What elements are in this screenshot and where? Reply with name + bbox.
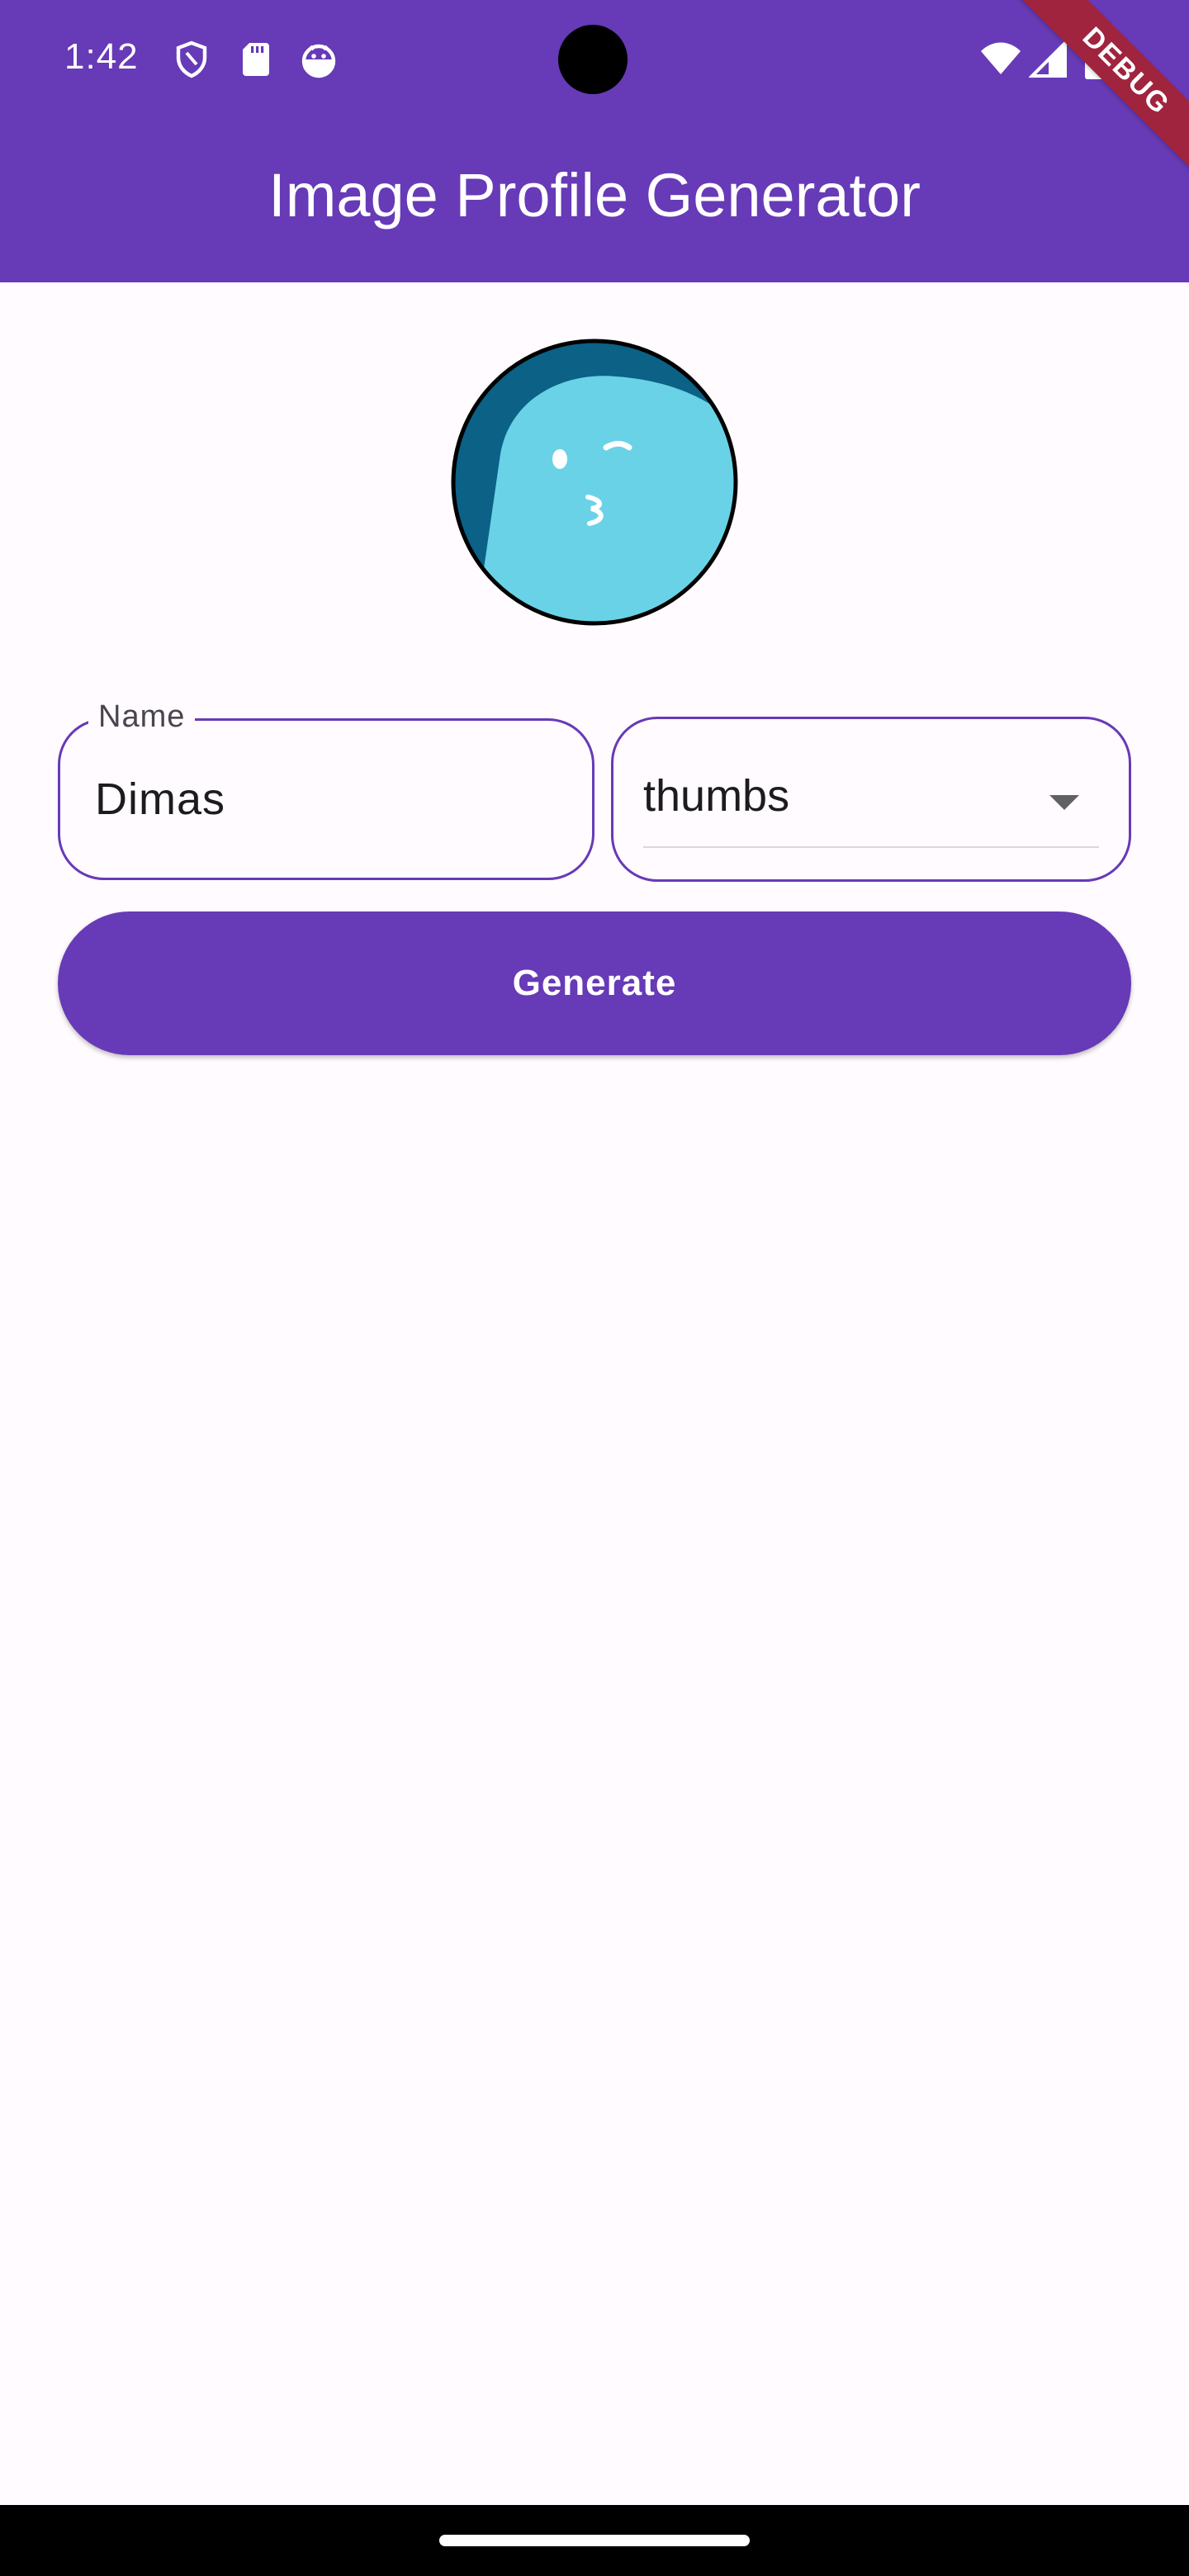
page-title: Image Profile Generator (268, 161, 921, 230)
style-dropdown[interactable]: thumbs (611, 717, 1131, 882)
thumbs-avatar-icon (451, 339, 738, 626)
cellular-signal-icon (1028, 39, 1068, 79)
dropdown-underline (643, 846, 1099, 848)
sd-card-icon (236, 40, 276, 79)
name-input-value[interactable]: Dimas (95, 774, 225, 825)
status-time: 1:42 (64, 36, 139, 77)
android-icon (299, 40, 339, 79)
app-bar: Image Profile Generator (0, 119, 1189, 282)
chevron-down-icon[interactable] (1049, 795, 1079, 810)
avatar (451, 339, 738, 626)
status-bar: 1:42 (0, 0, 1189, 119)
screen: 1:42 Image Profile Generator DEBUG Name … (0, 0, 1189, 2576)
shield-icon (172, 40, 211, 79)
name-label: Name (88, 699, 196, 735)
home-indicator[interactable] (439, 2535, 750, 2546)
camera-cutout (558, 25, 628, 94)
top-bar: 1:42 Image Profile Generator DEBUG (0, 0, 1189, 282)
wifi-icon (979, 40, 1022, 79)
name-field[interactable]: Name Dimas (58, 699, 594, 880)
generate-button[interactable]: Generate (58, 912, 1131, 1055)
style-dropdown-value[interactable]: thumbs (643, 770, 789, 822)
navigation-bar (0, 2505, 1189, 2576)
